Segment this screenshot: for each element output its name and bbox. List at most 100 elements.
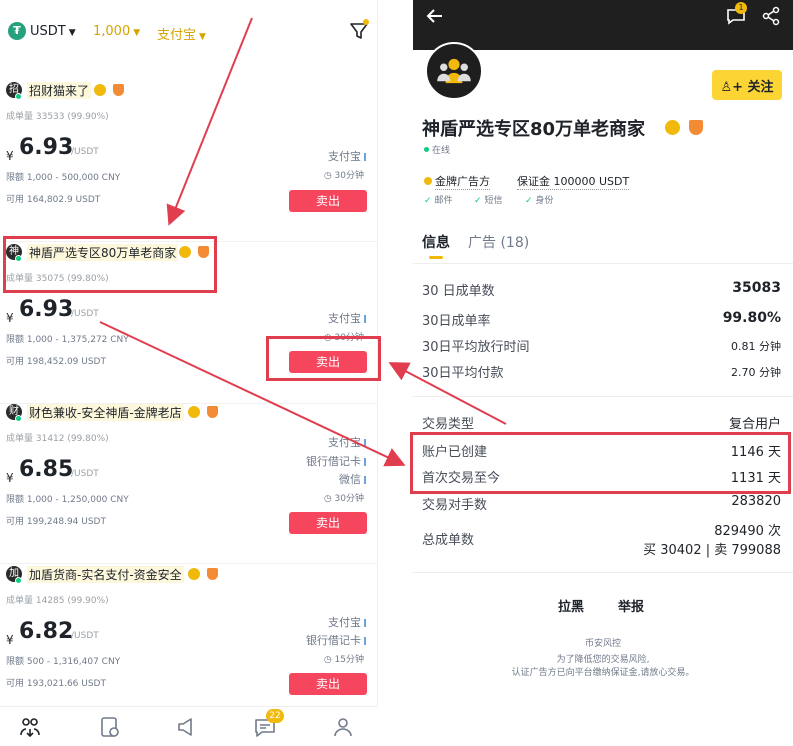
gold-badge-icon — [188, 406, 200, 418]
online-dot — [424, 147, 429, 152]
profile-icon[interactable] — [331, 715, 355, 739]
coin-selector[interactable]: USDT ▼ — [30, 24, 76, 39]
price-unit: /USDT — [71, 309, 99, 319]
ad-card[interactable]: 加 加盾货商-实名支付-资金安全 成单量 14285 (99.90%) ¥ 6.… — [0, 566, 378, 706]
tab-info[interactable]: 信息 — [422, 232, 450, 252]
gold-badge-icon — [665, 120, 680, 135]
available: 可用 199,248.94 USDT — [6, 517, 106, 527]
filter-active-dot — [363, 19, 369, 25]
sell-button[interactable]: 卖出 — [289, 673, 367, 695]
active-tab-indicator — [429, 256, 443, 259]
divider — [413, 263, 793, 264]
payment-method: 支付宝 — [328, 148, 366, 164]
price-unit: /USDT — [71, 147, 99, 157]
currency-symbol: ¥ — [6, 471, 14, 485]
timer-label: 15分钟 — [334, 655, 364, 665]
payment-method: 支付宝 — [328, 614, 366, 630]
payment-timer: ◷ 30分钟 — [324, 491, 364, 504]
report-button[interactable]: 举报 — [618, 596, 644, 615]
announcement-icon[interactable] — [175, 715, 199, 739]
payment-method: 银行借记卡 — [306, 632, 366, 648]
verified-email: 邮件 — [424, 193, 453, 206]
payment-timer: ◷ 30分钟 — [324, 168, 364, 181]
caret-down-icon: ▼ — [199, 32, 206, 42]
shield-badge-icon — [207, 406, 218, 418]
online-dot — [15, 255, 22, 262]
currency-symbol: ¥ — [6, 311, 14, 325]
chat-badge: 22 — [266, 709, 284, 723]
stat-value: 35083 — [732, 280, 781, 296]
orders-icon[interactable] — [98, 715, 122, 739]
merchant-name[interactable]: 神盾严选专区80万单老商家 — [27, 244, 179, 261]
shield-badge-icon — [198, 246, 209, 258]
stat-label: 30 日成单数 — [422, 284, 495, 299]
risk-title: 币安风控 — [584, 639, 621, 649]
merchant-name[interactable]: 财色兼收-安全神盾-金牌老店 — [27, 404, 184, 421]
ad-card[interactable]: 招 招财猫来了 成单量 33533 (99.90%) ¥ 6.93 /USDT … — [0, 82, 378, 242]
stat-label: 30日平均付款 — [422, 366, 504, 381]
tab-ads[interactable]: 广告 (18) — [468, 232, 529, 252]
timer-label: 30分钟 — [334, 333, 364, 343]
ad-card[interactable]: 神 神盾严选专区80万单老商家 成单量 35075 (99.80%) ¥ 6.9… — [0, 244, 378, 404]
stat-value: 2.70 分钟 — [731, 366, 781, 379]
payment-method: 支付宝 — [328, 434, 366, 450]
follow-label: 关注 — [747, 79, 774, 95]
caret-down-icon: ▼ — [68, 28, 76, 38]
trade-count: 成单量 35075 (99.80%) — [6, 274, 109, 284]
risk-text: 为了降低您的交易风险, — [556, 655, 650, 665]
timer-label: 30分钟 — [334, 494, 364, 504]
price: 6.93 — [19, 297, 74, 322]
gold-advertiser-tag[interactable]: 金牌广告方 — [435, 173, 490, 190]
sell-button[interactable]: 卖出 — [289, 190, 367, 212]
follow-button[interactable]: ♙+ 关注 — [712, 70, 782, 100]
coin-label: USDT — [30, 24, 66, 39]
online-dot — [15, 93, 22, 100]
amount-filter[interactable]: 1,000 ▼ — [93, 24, 140, 39]
total-label: 总成单数 — [422, 533, 475, 548]
gold-advertiser-icon — [424, 177, 432, 185]
limit: 限额 1,000 - 1,375,272 CNY — [6, 335, 129, 345]
ad-list-panel: ₮ USDT ▼ 1,000 ▼ 支付宝 ▼ 招 招财猫来了 成单量 33533 (9… — [0, 0, 378, 746]
block-button[interactable]: 拉黑 — [558, 596, 584, 615]
currency-symbol: ¥ — [6, 149, 14, 163]
online-dot — [15, 415, 22, 422]
timer-label: 30分钟 — [334, 171, 364, 181]
detail-label: 首次交易至今 — [422, 471, 501, 486]
gold-badge-icon — [188, 568, 200, 580]
payment-method: 微信 — [339, 471, 366, 487]
amount-label: 1,000 — [93, 24, 131, 39]
clock-icon: ◷ — [323, 494, 335, 504]
detail-value: 283820 — [731, 494, 781, 509]
detail-value: 复合用户 — [728, 417, 781, 432]
stat-value: 99.80% — [722, 310, 781, 326]
payment-timer: ◷ 30分钟 — [324, 330, 364, 343]
stat-value: 0.81 分钟 — [731, 340, 781, 353]
trade-count: 成单量 14285 (99.90%) — [6, 596, 109, 606]
clock-icon: ◷ — [323, 655, 335, 665]
online-dot — [15, 577, 22, 584]
sell-button[interactable]: 卖出 — [289, 351, 367, 373]
payment-method: 支付宝 — [328, 310, 366, 326]
back-arrow-icon[interactable] — [425, 6, 445, 26]
ad-card[interactable]: 财 财色兼收-安全神盾-金牌老店 成单量 31412 (99.80%) ¥ 6.… — [0, 404, 378, 564]
price: 6.93 — [19, 135, 74, 160]
deposit-tag[interactable]: 保证金 100000 USDT — [517, 173, 630, 190]
divider — [413, 572, 793, 573]
price: 6.82 — [19, 619, 74, 644]
merchant-name[interactable]: 加盾货商-实名支付-资金安全 — [27, 566, 184, 583]
price-unit: /USDT — [71, 469, 99, 479]
merchant-name[interactable]: 招财猫来了 — [27, 82, 92, 99]
detail-value: 1146 天 — [730, 445, 781, 460]
sell-button[interactable]: 卖出 — [289, 512, 367, 534]
clock-icon: ◷ — [323, 333, 335, 343]
p2p-users-icon[interactable] — [18, 715, 42, 739]
detail-label: 交易对手数 — [422, 498, 488, 513]
payment-filter[interactable]: 支付宝 ▼ — [157, 24, 206, 43]
price: 6.85 — [19, 457, 74, 482]
filter-bar: ₮ USDT ▼ 1,000 ▼ 支付宝 ▼ — [0, 0, 378, 60]
message-badge: 1 — [735, 2, 747, 14]
stat-label: 30日成单率 — [422, 314, 491, 329]
share-icon[interactable] — [761, 6, 781, 26]
bottom-nav: 22 — [0, 706, 378, 746]
shield-badge-icon — [207, 568, 218, 580]
